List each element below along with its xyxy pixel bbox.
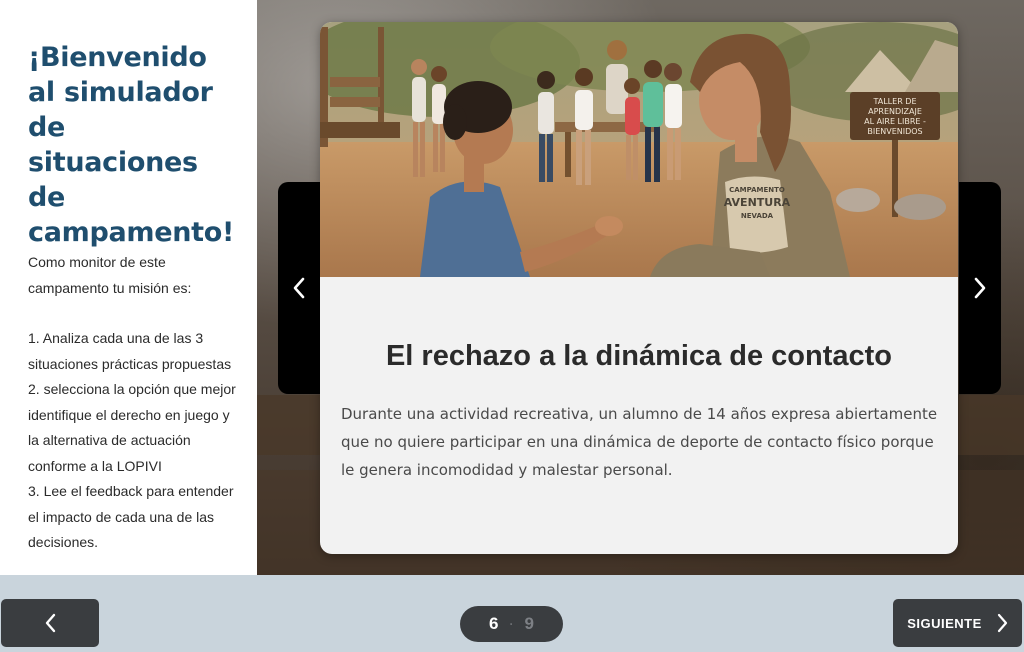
instruction-step: 3. Lee el feedback para entender el impa… bbox=[28, 483, 234, 550]
chevron-left-icon bbox=[45, 613, 56, 633]
page-separator: · bbox=[509, 617, 514, 631]
current-page: 6 bbox=[489, 614, 499, 633]
next-button-label: SIGUIENTE bbox=[907, 615, 982, 631]
carousel-next-button[interactable] bbox=[959, 182, 1001, 394]
simulator-stage: ¡Bienvenido al simulador de situaciones … bbox=[0, 0, 1024, 652]
chevron-right-icon bbox=[974, 277, 986, 299]
welcome-title: ¡Bienvenido al simulador de situaciones … bbox=[28, 42, 235, 248]
carousel-prev-button[interactable] bbox=[278, 182, 320, 394]
instructions-text: Como monitor de este campamento tu misió… bbox=[28, 250, 237, 556]
instructions-panel: ¡Bienvenido al simulador de situaciones … bbox=[0, 0, 257, 575]
photo-sign-line: BIENVENIDOS bbox=[867, 127, 922, 136]
photo-sign-line: AL AIRE LIBRE - bbox=[864, 117, 926, 126]
photo-sign-line: APRENDIZAJE bbox=[868, 107, 922, 116]
instruction-step: 1. Analiza cada una de las 3 situaciones… bbox=[28, 330, 232, 372]
scenario-card: TALLER DE APRENDIZAJE AL AIRE LIBRE - BI… bbox=[320, 22, 958, 554]
page-indicator: 6 · 9 bbox=[460, 606, 563, 642]
scenario-description: Durante una actividad recreativa, un alu… bbox=[341, 405, 938, 479]
next-button[interactable]: SIGUIENTE bbox=[893, 599, 1022, 647]
photo-shirt-line: NEVADA bbox=[741, 212, 774, 220]
mission-intro: Como monitor de este campamento tu misió… bbox=[28, 254, 192, 296]
photo-shirt-line: CAMPAMENTO bbox=[729, 186, 785, 194]
total-pages: 9 bbox=[524, 614, 534, 633]
instruction-step: 2. selecciona la opción que mejor identi… bbox=[28, 381, 236, 474]
bottom-navigation-bar: 6 · 9 SIGUIENTE bbox=[0, 575, 1024, 652]
chevron-left-icon bbox=[293, 277, 305, 299]
previous-button[interactable] bbox=[1, 599, 99, 647]
photo-shirt-line: AVENTURA bbox=[724, 196, 791, 209]
bench-right bbox=[957, 395, 1024, 455]
scenario-photo: TALLER DE APRENDIZAJE AL AIRE LIBRE - BI… bbox=[320, 22, 958, 277]
scenario-title: El rechazo a la dinámica de contacto bbox=[385, 340, 893, 372]
photo-sign-line: TALLER DE bbox=[872, 97, 916, 106]
chevron-right-icon bbox=[996, 613, 1008, 633]
